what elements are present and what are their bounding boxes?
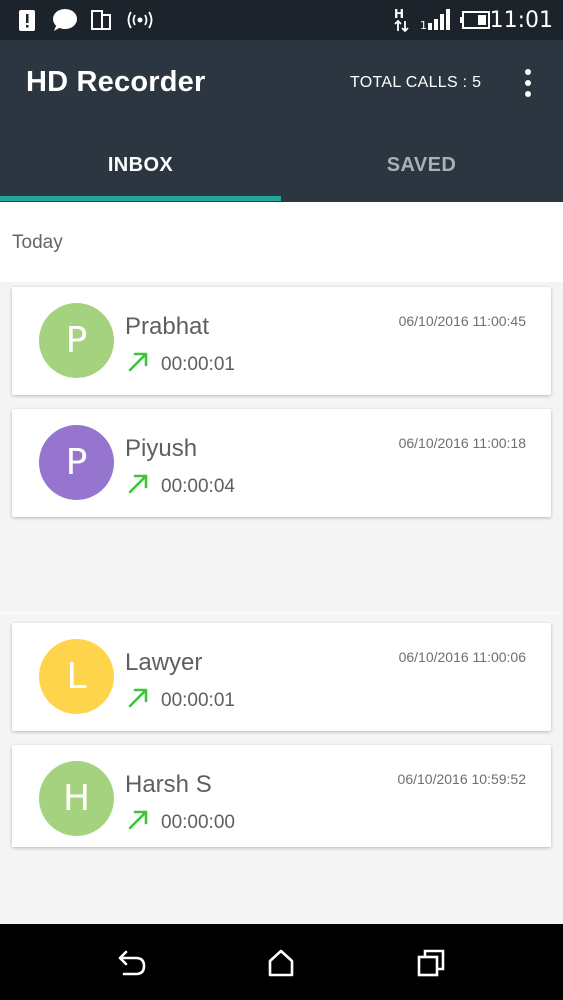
call-datetime: 06/10/2016 11:00:06 [398,649,526,665]
avatar: L [39,639,114,714]
tab-inbox[interactable]: INBOX [0,134,281,200]
contact-name: Piyush [125,435,198,462]
avatar: H [39,761,114,836]
recents-icon[interactable] [415,948,447,978]
outgoing-call-icon [128,352,148,372]
overflow-menu-icon[interactable] [516,68,540,100]
call-duration: 00:00:01 [161,690,235,711]
call-duration: 00:00:04 [161,476,235,497]
back-icon[interactable] [116,948,148,978]
chat-bubble-icon [53,9,77,31]
home-icon[interactable] [265,948,297,978]
alert-icon [19,10,35,31]
call-item[interactable]: P Piyush 06/10/2016 11:00:18 00:00:04 [12,409,551,517]
sim-card-icon [91,10,111,30]
tab-indicator [0,196,281,201]
status-bar: H 1 11:01 [0,0,563,40]
tab-saved[interactable]: SAVED [281,134,562,200]
svg-text:1: 1 [420,19,427,31]
outgoing-call-icon [128,688,148,708]
call-duration: 00:00:00 [161,812,235,833]
app-title: HD Recorder [26,66,206,98]
contact-name: Lawyer [125,649,203,676]
data-transfer-icon: H [394,7,409,32]
list-divider [0,612,563,614]
outgoing-call-icon [128,474,148,494]
contact-name: Harsh S [125,771,212,798]
battery-icon [460,11,490,29]
call-item[interactable]: H Harsh S 06/10/2016 10:59:52 00:00:00 [12,745,551,847]
call-datetime: 06/10/2016 10:59:52 [397,771,526,787]
svg-text:H: H [394,7,404,21]
outgoing-call-icon [128,810,148,830]
avatar: P [39,425,114,500]
call-datetime: 06/10/2016 11:00:45 [398,313,526,329]
app-bar: HD Recorder TOTAL CALLS : 5 INBOX SAVED [0,40,563,202]
avatar: P [39,303,114,378]
contact-name: Prabhat [125,313,210,340]
radio-waves-icon [127,11,153,29]
section-title: Today [12,232,63,253]
signal-icon: 1 [420,9,450,31]
status-time: 11:01 [489,8,553,33]
navigation-bar [0,924,563,1000]
call-item[interactable]: P Prabhat 06/10/2016 11:00:45 00:00:01 [12,287,551,395]
total-calls-count: TOTAL CALLS : 5 [350,74,482,91]
call-duration: 00:00:01 [161,354,235,375]
call-item[interactable]: L Lawyer 06/10/2016 11:00:06 00:00:01 [12,623,551,731]
section-header: Today [0,202,563,282]
call-datetime: 06/10/2016 11:00:18 [398,435,526,451]
